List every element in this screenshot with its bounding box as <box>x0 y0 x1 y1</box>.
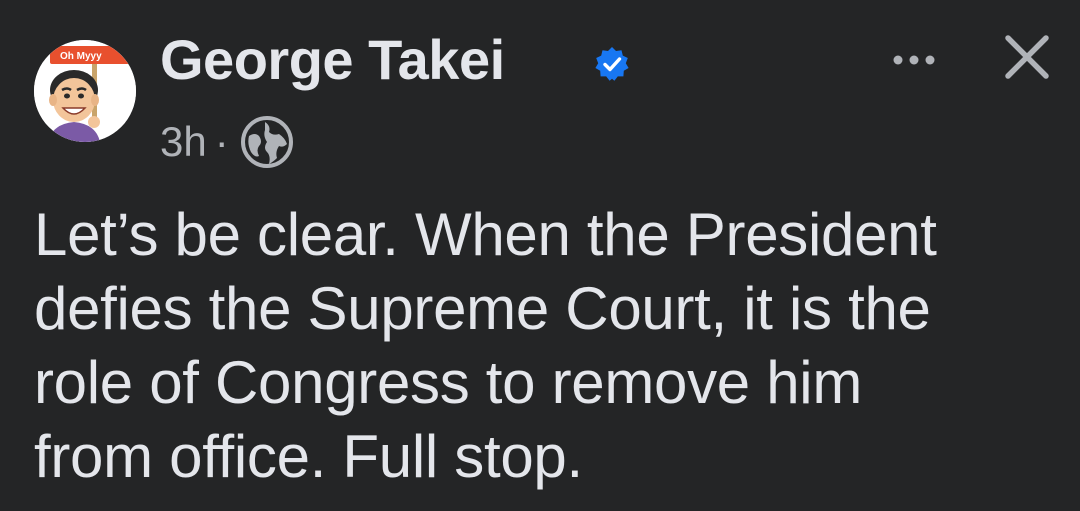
post-text-line: role of Congress to remove him <box>34 349 863 416</box>
post-text-line: Let’s be clear. When the President <box>34 201 937 268</box>
post-text-line: from office. Full stop. <box>34 423 583 490</box>
post-meta: 3h · <box>160 112 295 172</box>
post-timestamp[interactable]: 3h <box>160 118 207 166</box>
post-body-text: Let’s be clear. When the President defie… <box>34 198 1054 494</box>
cartoon-avatar-icon: Oh Myyy <box>34 40 136 142</box>
more-options-icon[interactable] <box>884 40 944 80</box>
author-avatar[interactable]: Oh Myyy <box>34 40 136 142</box>
globe-icon[interactable] <box>239 114 295 170</box>
post-text-line: defies the Supreme Court, it is the <box>34 275 931 342</box>
avatar-sign-text: Oh Myyy <box>60 51 102 62</box>
author-name[interactable]: George Takei <box>160 28 505 92</box>
verified-badge-icon <box>595 47 629 81</box>
close-icon[interactable] <box>1000 30 1054 84</box>
post-card: Oh Myyy George Takei 3h · Let’s be clear… <box>0 0 1080 511</box>
meta-separator: · <box>214 118 229 165</box>
